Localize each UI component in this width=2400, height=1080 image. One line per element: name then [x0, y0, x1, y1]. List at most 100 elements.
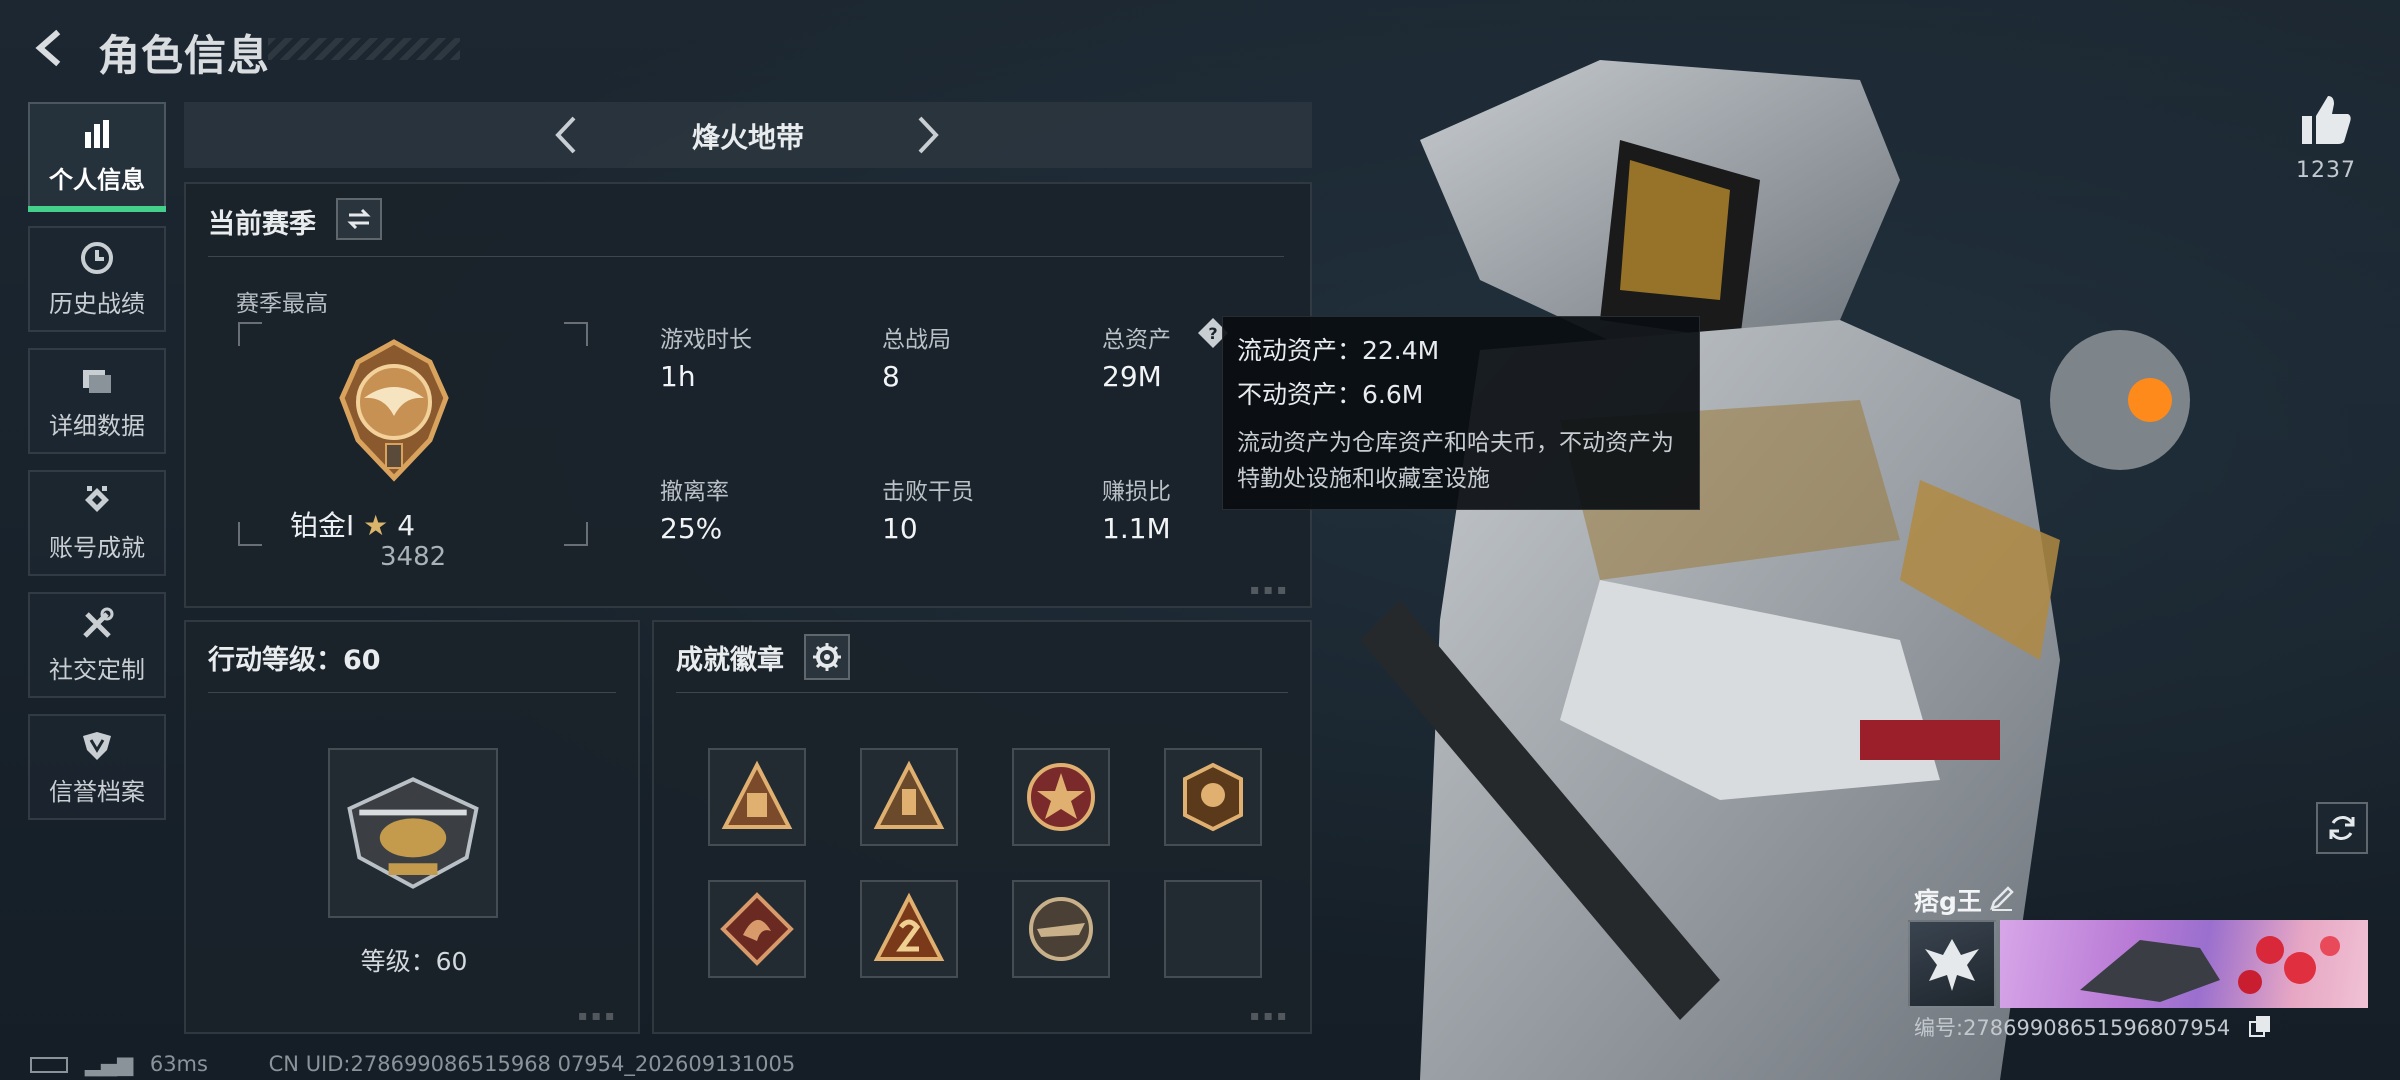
- stat-value-playtime: 1h: [660, 360, 696, 393]
- achievement-icon: [85, 485, 109, 512]
- sidebar-item-personal-info[interactable]: 个人信息: [28, 102, 166, 212]
- stat-label-kills: 击败干员: [882, 479, 974, 505]
- soldiers-badge-icon: [721, 760, 793, 829]
- stat-label-playtime: 游戏时长: [660, 327, 752, 353]
- divider: [208, 692, 616, 693]
- switch-season-button[interactable]: [336, 198, 382, 240]
- badge-slot[interactable]: [708, 880, 806, 978]
- tools-icon: [83, 607, 114, 638]
- season-panel: 当前赛季 赛季最高 铂金I ★ 4 3482 游戏时长 1h 总战局 8 总资产…: [184, 182, 1312, 608]
- badge-slot[interactable]: [1164, 748, 1262, 846]
- stat-label-profit-ratio: 赚损比: [1102, 479, 1171, 505]
- badge-slot[interactable]: [1012, 880, 1110, 978]
- avatar[interactable]: [1908, 920, 1996, 1008]
- bar-chart-icon: [85, 119, 109, 148]
- rank-stars: 4: [397, 509, 416, 542]
- season-best-label: 赛季最高: [236, 291, 328, 317]
- player-banner[interactable]: [2000, 920, 2368, 1008]
- mode-title: 烽火地带: [691, 121, 804, 154]
- sidebar-item-history[interactable]: 历史战绩: [28, 226, 166, 332]
- player-id: 编号:278699086515968079​54: [1914, 1016, 2231, 1040]
- season-title: 当前赛季: [208, 209, 316, 240]
- badge-slot[interactable]: [708, 748, 806, 846]
- back-button[interactable]: [26, 24, 74, 72]
- stat-value-profit-ratio: 1.1M: [1102, 512, 1171, 545]
- copy-id-button[interactable]: [2248, 1014, 2272, 1038]
- stat-value-kills: 10: [882, 512, 918, 545]
- stat-label-matches: 总战局: [882, 327, 951, 353]
- frame-corner: [564, 522, 588, 546]
- edit-name-button[interactable]: [1988, 884, 2016, 912]
- mode-switcher: 烽火地带: [184, 102, 1312, 168]
- stat-value-matches: 8: [882, 360, 900, 393]
- sidebar-item-label: 社交定制: [49, 655, 145, 684]
- svg-text:?: ?: [1208, 324, 1217, 343]
- stat-label-extraction-rate: 撤离率: [660, 479, 729, 505]
- player-card: 痞g王 编号:278699086515968079​54: [1904, 876, 2368, 1048]
- banner-artwork: [2080, 936, 2340, 1002]
- shield-icon: [83, 731, 111, 760]
- stat-label-total-assets: 总资产: [1102, 327, 1171, 353]
- divider: [676, 692, 1288, 693]
- tooltip-fixed-assets: 不动资产：6.6M: [1237, 380, 1424, 409]
- helicopter-level-emblem-icon: [347, 777, 479, 889]
- bottle-badge-icon: [873, 760, 945, 829]
- sidebar-item-label: 历史战绩: [49, 289, 145, 318]
- level-emblem-frame: [328, 748, 498, 918]
- rotate-icon: [2329, 816, 2355, 840]
- rotate-model-button[interactable]: [2316, 802, 2368, 854]
- number-two-badge-icon: [873, 892, 945, 961]
- sidebar-item-label: 详细数据: [49, 411, 145, 440]
- dragon-badge-icon: [720, 892, 794, 966]
- sidebar-item-credit[interactable]: 信誉档案: [28, 714, 166, 820]
- sidebar-item-social[interactable]: 社交定制: [28, 592, 166, 698]
- badges-title: 成就徽章: [676, 645, 784, 676]
- corner-marks: ▪▪▪: [1250, 1008, 1291, 1024]
- sidebar-item-label: 账号成就: [49, 533, 145, 562]
- level-label: 等级：60: [360, 947, 468, 976]
- stat-value-extraction-rate: 25%: [660, 512, 723, 545]
- sidebar-item-label: 信誉档案: [49, 777, 145, 806]
- battery-icon: [30, 1057, 68, 1073]
- achievement-badges-panel: 成就徽章 ▪▪▪: [652, 620, 1312, 1034]
- rank-score: 3482: [380, 542, 447, 572]
- frame-corner: [238, 522, 262, 546]
- rank-name: 铂金I ★ 4: [290, 504, 415, 544]
- year-2023-badge-icon: [1183, 762, 1243, 832]
- corner-marks: ▪▪▪: [1250, 582, 1291, 598]
- folder-icon: [83, 369, 111, 393]
- tooltip-liquid-assets: 流动资产：22.4M: [1237, 336, 1440, 365]
- like-button[interactable]: [2298, 92, 2354, 148]
- corner-marks: ▪▪▪: [578, 1008, 619, 1024]
- badge-settings-button[interactable]: [804, 634, 850, 680]
- tooltip-description: 流动资产为仓库资产和哈夫币，不动资产为特勤处设施和收藏室设施: [1237, 430, 1674, 492]
- sidebar-item-achievements[interactable]: 账号成就: [28, 470, 166, 576]
- frame-corner: [238, 322, 262, 346]
- action-level-title: 行动等级：60: [208, 645, 381, 676]
- page-title: 角色信息: [98, 31, 271, 80]
- action-level-panel: 行动等级：60 等级：60 ▪▪▪: [184, 620, 640, 1034]
- platinum-rank-emblem-icon: [339, 339, 449, 482]
- gear-icon: [813, 643, 841, 671]
- like-count: 1237: [2296, 158, 2356, 183]
- player-name: 痞g王: [1914, 887, 1982, 916]
- ping-value: 63ms: [149, 1052, 208, 1076]
- uid-text: CN UID:278699086515968 07954_20260913100…: [268, 1052, 796, 1076]
- frame-corner: [564, 322, 588, 346]
- rank-title: 铂金I: [290, 509, 355, 542]
- badge-slot[interactable]: [860, 748, 958, 846]
- empty-badge-slot[interactable]: [1164, 880, 1262, 978]
- next-mode-button[interactable]: [904, 112, 950, 158]
- sidebar-item-detailed-data[interactable]: 详细数据: [28, 348, 166, 454]
- divider: [208, 256, 1284, 257]
- status-bar: ▂▄▆ 63ms CN UID:278699086515968 07954_20…: [30, 1052, 795, 1076]
- star-icon: ★: [363, 509, 389, 542]
- stat-value-total-assets: 29M: [1102, 360, 1162, 393]
- back-arrow-icon: [35, 29, 61, 67]
- title-decoration: [268, 38, 460, 60]
- badge-slot[interactable]: [860, 880, 958, 978]
- sidebar-item-label: 个人信息: [49, 165, 145, 194]
- badge-slot[interactable]: [1012, 748, 1110, 846]
- assets-tooltip: 流动资产：22.4M 不动资产：6.6M 流动资产为仓库资产和哈夫币，不动资产为…: [1222, 316, 1700, 510]
- clock-icon: [81, 241, 113, 274]
